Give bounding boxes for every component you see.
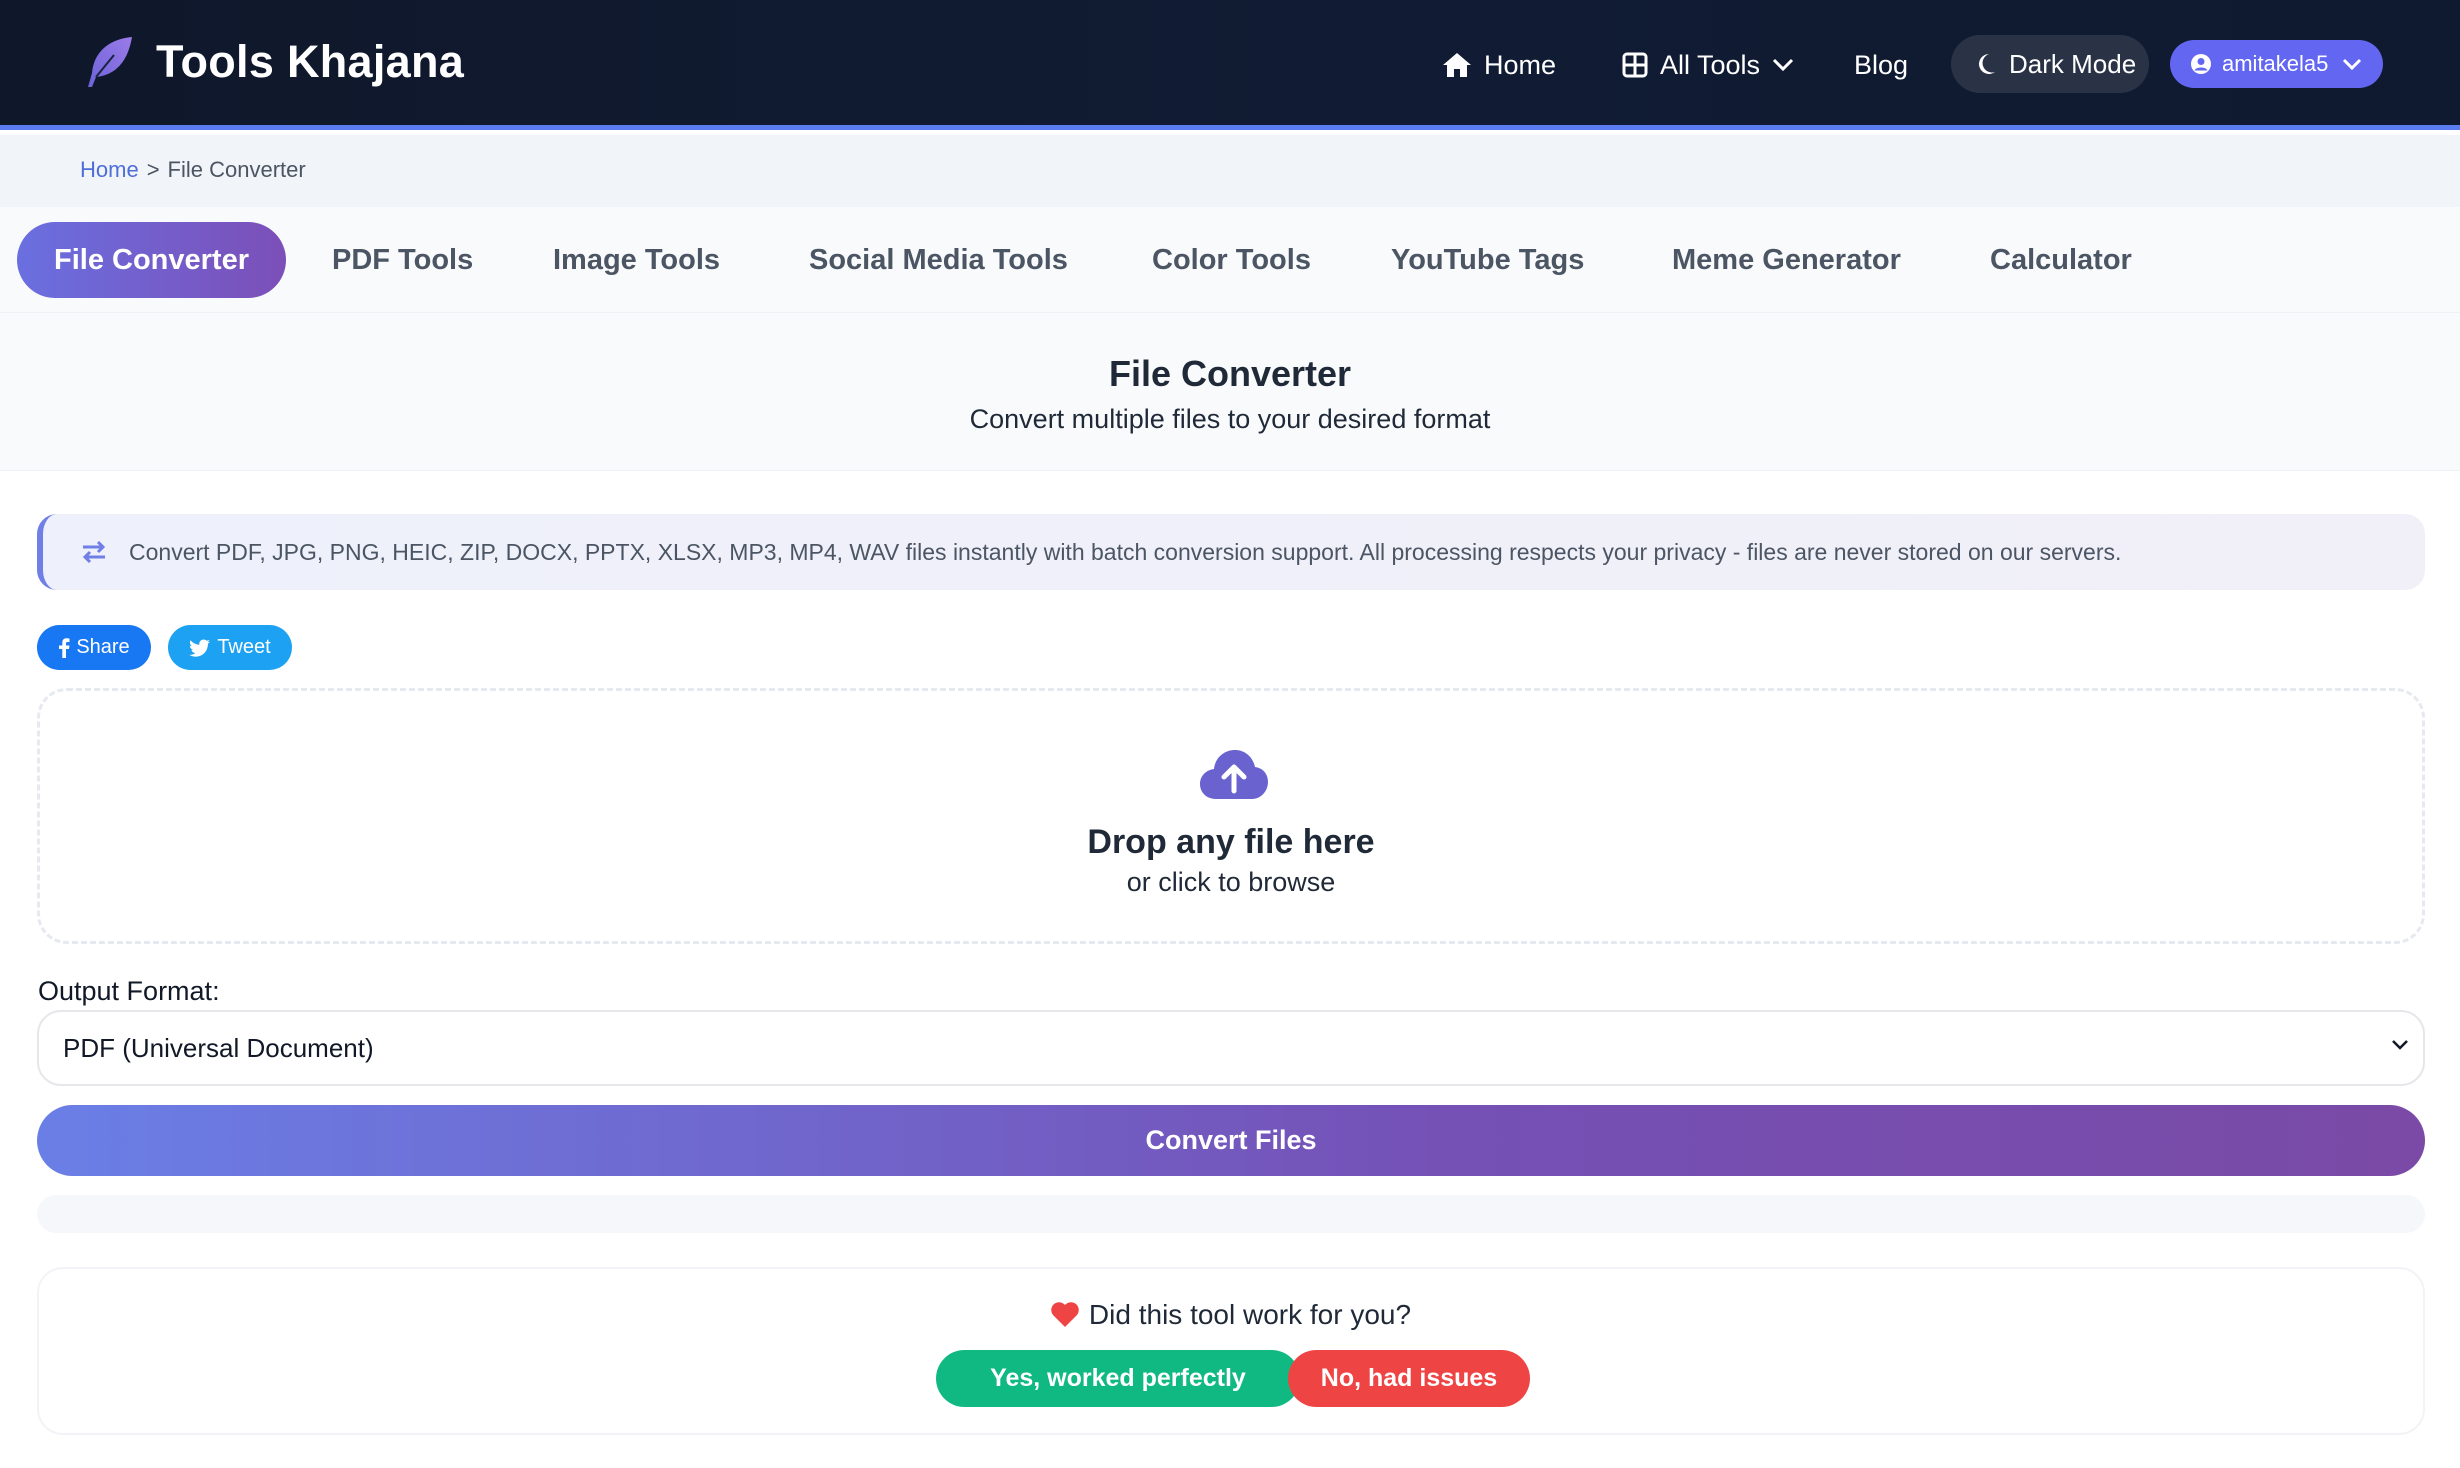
info-text: Convert PDF, JPG, PNG, HEIC, ZIP, DOCX, … [129, 538, 2122, 565]
chevron-down-icon [1772, 58, 1794, 72]
output-format-label: Output Format: [38, 976, 220, 1006]
tab-pdf-tools[interactable]: PDF Tools [332, 222, 473, 298]
twitter-icon [189, 639, 211, 657]
feather-icon [78, 31, 140, 93]
nav-home[interactable]: Home [1442, 40, 1556, 90]
chevron-down-icon [2391, 1039, 2409, 1051]
facebook-share-label: Share [76, 636, 130, 658]
chevron-down-icon [2342, 58, 2362, 70]
exchange-arrows-icon [81, 540, 107, 564]
page-header: File Converter Convert multiple files to… [0, 313, 2460, 471]
user-name: amitakela5 [2222, 51, 2329, 76]
facebook-share-button[interactable]: Share [37, 625, 151, 670]
dark-mode-toggle[interactable]: Dark Mode [1951, 35, 2149, 93]
brand-name: Tools Khajana [156, 36, 465, 87]
brand-logo-link[interactable]: Tools Khajana [78, 32, 464, 92]
drop-zone-title: Drop any file here [1087, 823, 1375, 861]
feedback-question: Did this tool work for you? [39, 1299, 2423, 1331]
tab-youtube-tags[interactable]: YouTube Tags [1391, 222, 1584, 298]
feedback-panel: Did this tool work for you? Yes, worked … [37, 1267, 2425, 1435]
twitter-share-label: Tweet [217, 636, 271, 658]
user-circle-icon [2190, 53, 2212, 75]
dark-mode-label: Dark Mode [2009, 48, 2137, 79]
file-drop-zone[interactable]: Drop any file here or click to browse [37, 688, 2425, 944]
nav-home-label: Home [1484, 49, 1557, 80]
cloud-upload-icon [1198, 747, 1270, 803]
convert-files-button[interactable]: Convert Files [37, 1105, 2425, 1176]
heart-icon [1051, 1302, 1079, 1328]
breadcrumb-bar: Home > File Converter [0, 135, 2460, 207]
tab-file-converter[interactable]: File Converter [17, 222, 286, 298]
output-format-select[interactable]: PDF (Universal Document) [37, 1010, 2425, 1086]
conversion-progress-track [37, 1195, 2425, 1233]
tab-calculator[interactable]: Calculator [1990, 222, 2132, 298]
breadcrumb: Home > File Converter [80, 157, 306, 183]
page-title: File Converter [1108, 353, 1352, 394]
facebook-icon [58, 637, 70, 658]
top-navbar: Tools Khajana Home All Tools Blog Dark M… [0, 0, 2460, 130]
feedback-no-button[interactable]: No, had issues [1288, 1350, 1530, 1407]
tools-tab-bar: File Converter PDF Tools Image Tools Soc… [0, 207, 2460, 313]
output-format-selected: PDF (Universal Document) [63, 1032, 374, 1063]
tab-color-tools[interactable]: Color Tools [1152, 222, 1311, 298]
breadcrumb-separator: > [146, 157, 160, 182]
nav-blog-label: Blog [1854, 49, 1909, 80]
breadcrumb-current: File Converter [167, 157, 306, 182]
tab-image-tools[interactable]: Image Tools [553, 222, 720, 298]
page-subtitle: Convert multiple files to your desired f… [969, 404, 1491, 434]
nav-all-tools-dropdown[interactable]: All Tools [1622, 40, 1794, 90]
drop-zone-subtitle: or click to browse [1126, 867, 1336, 897]
grid-icon [1622, 52, 1648, 78]
tab-social-media-tools[interactable]: Social Media Tools [809, 222, 1068, 298]
moon-icon [1975, 52, 1997, 76]
info-banner: Convert PDF, JPG, PNG, HEIC, ZIP, DOCX, … [37, 514, 2425, 590]
nav-blog[interactable]: Blog [1854, 40, 1908, 90]
tab-meme-generator[interactable]: Meme Generator [1672, 222, 1901, 298]
feedback-yes-button[interactable]: Yes, worked perfectly [936, 1350, 1300, 1407]
twitter-share-button[interactable]: Tweet [168, 625, 292, 670]
feedback-question-text: Did this tool work for you? [1088, 1299, 1412, 1330]
breadcrumb-home-link[interactable]: Home [80, 157, 139, 183]
home-icon [1442, 52, 1472, 78]
nav-all-tools-label: All Tools [1660, 49, 1761, 80]
user-menu-button[interactable]: amitakela5 [2170, 40, 2383, 88]
